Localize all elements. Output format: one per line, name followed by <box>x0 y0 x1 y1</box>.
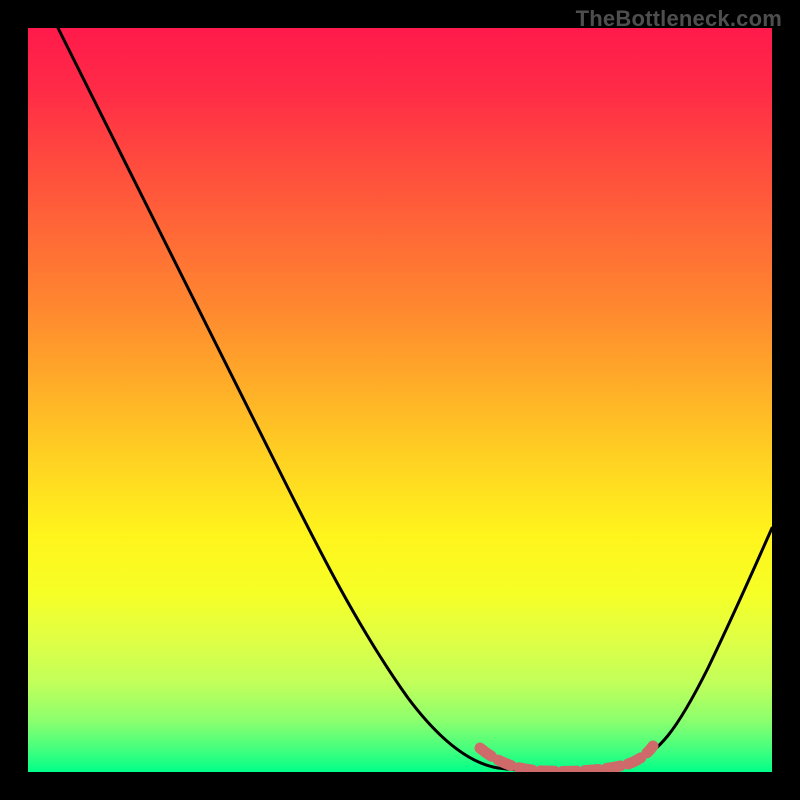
watermark-text: TheBottleneck.com <box>576 6 782 32</box>
chart-svg <box>28 28 772 772</box>
highlight-path <box>480 746 653 771</box>
plot-area <box>28 28 772 772</box>
curve-path <box>58 28 772 771</box>
stage: TheBottleneck.com <box>0 0 800 800</box>
